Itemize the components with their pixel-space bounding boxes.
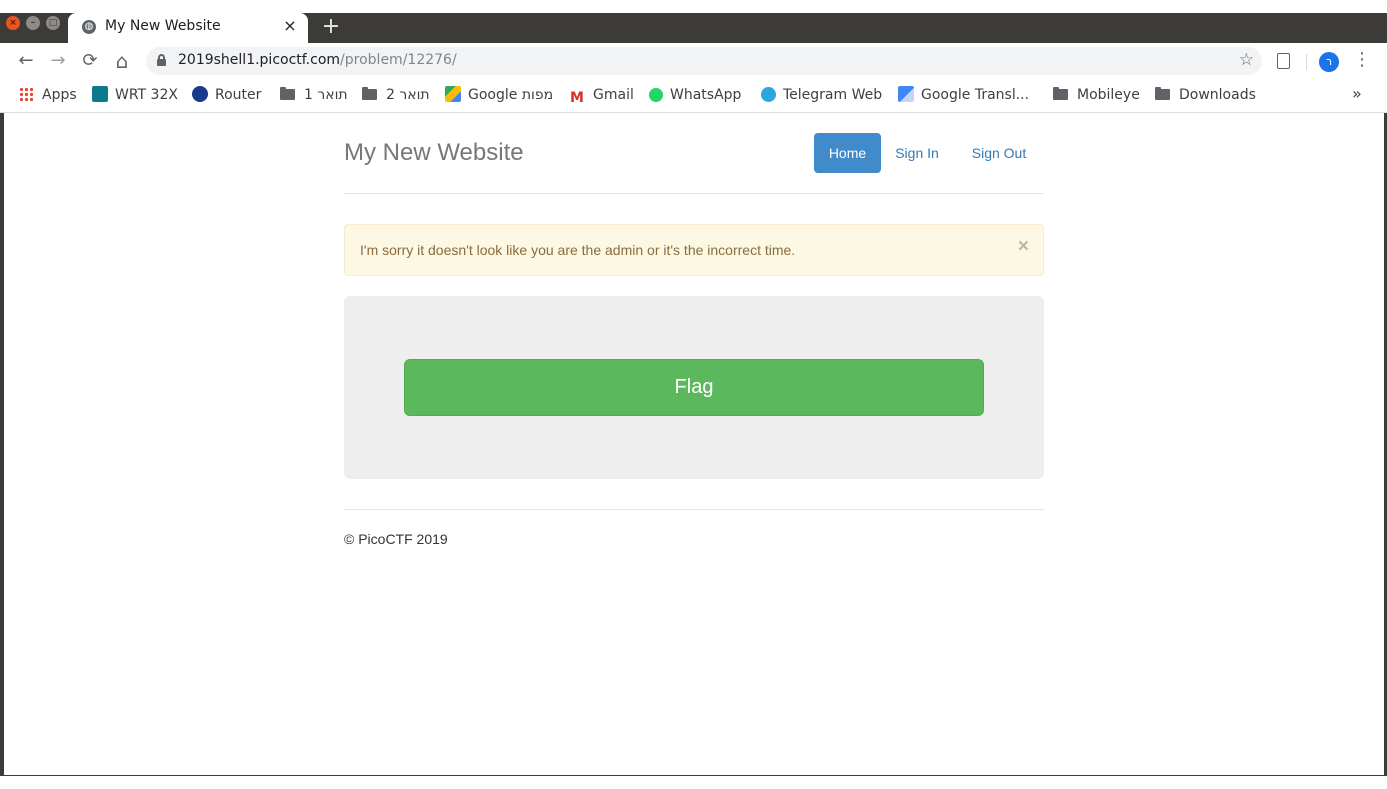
toolbar-divider bbox=[1306, 54, 1307, 70]
bookmark-label: Google Transl... bbox=[921, 87, 1030, 103]
header-divider bbox=[344, 193, 1044, 194]
bookmark-star-icon[interactable]: ☆ bbox=[1239, 50, 1254, 70]
bookmark-label: 2 תואר bbox=[386, 87, 430, 103]
window-close-icon[interactable]: × bbox=[6, 16, 20, 30]
bookmarks-bar: Apps WRT 32X Router 1 תואר 2 תואר Google… bbox=[0, 79, 1387, 113]
window-frame-bottom bbox=[0, 775, 1387, 789]
bookmark-label: Mobileye bbox=[1077, 87, 1140, 103]
bookmark-label: Google מפות bbox=[468, 87, 554, 103]
folder-icon bbox=[1053, 87, 1068, 100]
nav-sign-out[interactable]: Sign Out bbox=[962, 133, 1036, 173]
bookmark-wrt32x[interactable]: WRT 32X bbox=[92, 85, 178, 105]
browser-toolbar: ← → ⟳ ⌂ 2019shell1.picoctf.com/problem/1… bbox=[0, 43, 1387, 79]
nav-home[interactable]: Home bbox=[814, 133, 881, 173]
home-icon[interactable]: ⌂ bbox=[110, 49, 134, 73]
router-b-icon bbox=[192, 86, 208, 102]
bookmark-google-translate[interactable]: Google Transl... bbox=[898, 85, 1029, 105]
url-text: 2019shell1.picoctf.com/problem/12276/ bbox=[178, 52, 457, 68]
folder-icon bbox=[362, 87, 377, 100]
window-minimize-icon[interactable]: – bbox=[26, 16, 40, 30]
bookmark-label: Router bbox=[215, 87, 262, 103]
footer-copyright: © PicoCTF 2019 bbox=[344, 531, 448, 547]
bookmark-folder-degree-2[interactable]: 2 תואר bbox=[362, 85, 430, 105]
site-title: My New Website bbox=[344, 139, 524, 166]
jumbotron: Flag bbox=[344, 296, 1044, 479]
more-menu-icon[interactable]: ⋮ bbox=[1353, 49, 1371, 70]
window-frame-bottom-edge bbox=[0, 775, 1387, 776]
bookmark-label: Apps bbox=[42, 87, 77, 103]
warning-alert: I'm sorry it doesn't look like you are t… bbox=[344, 224, 1044, 276]
telegram-icon bbox=[761, 87, 776, 102]
apps-grid-icon bbox=[19, 87, 33, 101]
globe-icon: ◍ bbox=[82, 20, 96, 34]
bookmark-folder-degree-1[interactable]: 1 תואר bbox=[280, 85, 348, 105]
new-tab-icon[interactable]: + bbox=[320, 14, 342, 40]
lock-icon[interactable] bbox=[157, 54, 166, 66]
web-page: My New Website Home Sign In Sign Out I'm… bbox=[4, 114, 1384, 775]
bookmarks-overflow-icon[interactable]: » bbox=[1352, 84, 1362, 103]
browser-tab[interactable]: ◍ My New Website × bbox=[68, 13, 308, 43]
forward-arrow-icon[interactable]: → bbox=[46, 49, 70, 73]
bookmark-router[interactable]: Router bbox=[192, 85, 261, 105]
bookmark-folder-mobileye[interactable]: Mobileye bbox=[1053, 85, 1140, 105]
translate-icon bbox=[898, 86, 914, 102]
bookmark-label: WRT 32X bbox=[115, 87, 178, 103]
tab-close-icon[interactable]: × bbox=[282, 16, 298, 35]
bookmark-label: WhatsApp bbox=[670, 87, 742, 103]
bookmark-google-maps[interactable]: Google מפות bbox=[445, 85, 553, 105]
flag-button[interactable]: Flag bbox=[404, 359, 984, 416]
maps-icon bbox=[445, 86, 461, 102]
gmail-icon: M bbox=[570, 90, 584, 106]
back-arrow-icon[interactable]: ← bbox=[14, 49, 38, 73]
extension-page-icon[interactable] bbox=[1277, 53, 1290, 69]
folder-icon bbox=[280, 87, 295, 100]
window-maximize-icon[interactable]: □ bbox=[46, 16, 60, 30]
profile-avatar[interactable]: ר bbox=[1319, 52, 1339, 72]
bookmark-apps[interactable]: Apps bbox=[19, 85, 77, 105]
alert-close-icon[interactable]: × bbox=[1018, 237, 1029, 257]
tab-title: My New Website bbox=[105, 18, 221, 34]
folder-icon bbox=[1155, 87, 1170, 100]
address-bar[interactable]: 2019shell1.picoctf.com/problem/12276/ ☆ bbox=[146, 47, 1262, 75]
url-path: /problem/12276/ bbox=[340, 52, 457, 68]
bookmark-label: Gmail bbox=[593, 87, 634, 103]
bookmark-gmail[interactable]: M Gmail bbox=[570, 85, 634, 106]
tab-bar: × – □ ◍ My New Website × + bbox=[0, 13, 1387, 43]
bookmark-label: Telegram Web bbox=[783, 87, 883, 103]
bookmark-telegram[interactable]: Telegram Web bbox=[761, 85, 882, 105]
reload-icon[interactable]: ⟳ bbox=[78, 49, 102, 73]
bookmark-whatsapp[interactable]: WhatsApp bbox=[649, 85, 741, 105]
desktop-top-strip bbox=[0, 0, 1387, 13]
alert-message: I'm sorry it doesn't look like you are t… bbox=[360, 242, 796, 258]
url-host: 2019shell1.picoctf.com bbox=[178, 52, 341, 68]
footer-divider bbox=[344, 509, 1044, 510]
nav-sign-in[interactable]: Sign In bbox=[887, 133, 947, 173]
bookmark-label: 1 תואר bbox=[304, 87, 348, 103]
bookmark-label: Downloads bbox=[1179, 87, 1256, 103]
router-wifi-icon bbox=[92, 86, 108, 102]
whatsapp-icon bbox=[649, 88, 663, 102]
bookmark-folder-downloads[interactable]: Downloads bbox=[1155, 85, 1256, 105]
